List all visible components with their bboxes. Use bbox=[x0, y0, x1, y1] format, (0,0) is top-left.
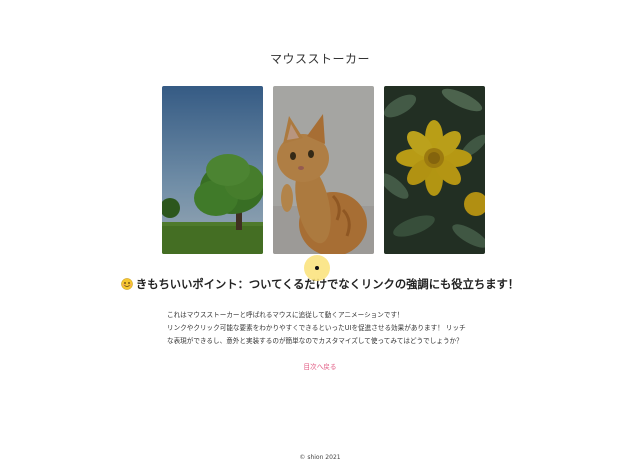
gallery-image-flower[interactable] bbox=[384, 86, 485, 254]
image-dim-overlay bbox=[384, 86, 485, 254]
copyright: © shion 2021 bbox=[299, 454, 341, 461]
description: これはマウスストーカーと呼ばれるマウスに追従して動くアニメーションです！ リンク… bbox=[167, 309, 507, 348]
back-to-index-link[interactable]: 目次へ戻る bbox=[0, 361, 640, 371]
image-dim-overlay bbox=[273, 86, 374, 254]
gallery-image-cat[interactable] bbox=[273, 86, 374, 254]
description-line: これはマウスストーカーと呼ばれるマウスに追従して動くアニメーションです！ bbox=[167, 311, 404, 319]
headline-text: きもちいいポイント：ついてくるだけでなくリンクの強調にも役立ちます！ bbox=[135, 278, 520, 291]
page: マウスストーカー きもちいいポイント：ついてくるだけでなくリンクの強調にも役立ち… bbox=[0, 0, 640, 474]
smiling-face-icon bbox=[121, 278, 133, 293]
mouse-stalker-cursor bbox=[304, 255, 330, 281]
page-title: マウスストーカー bbox=[269, 52, 370, 66]
gallery-image-tree[interactable] bbox=[162, 86, 263, 254]
description-line: な表現ができるし、意外と実装するのが簡単なのでカスタマイズして使ってみてはどうで… bbox=[167, 337, 463, 345]
image-dim-overlay bbox=[162, 86, 263, 254]
description-line: リンクやクリック可能な要素をわかりやすくできるといったUIを促進させる効果があり… bbox=[167, 324, 466, 332]
cursor-dot bbox=[315, 266, 319, 270]
image-gallery bbox=[162, 86, 486, 254]
